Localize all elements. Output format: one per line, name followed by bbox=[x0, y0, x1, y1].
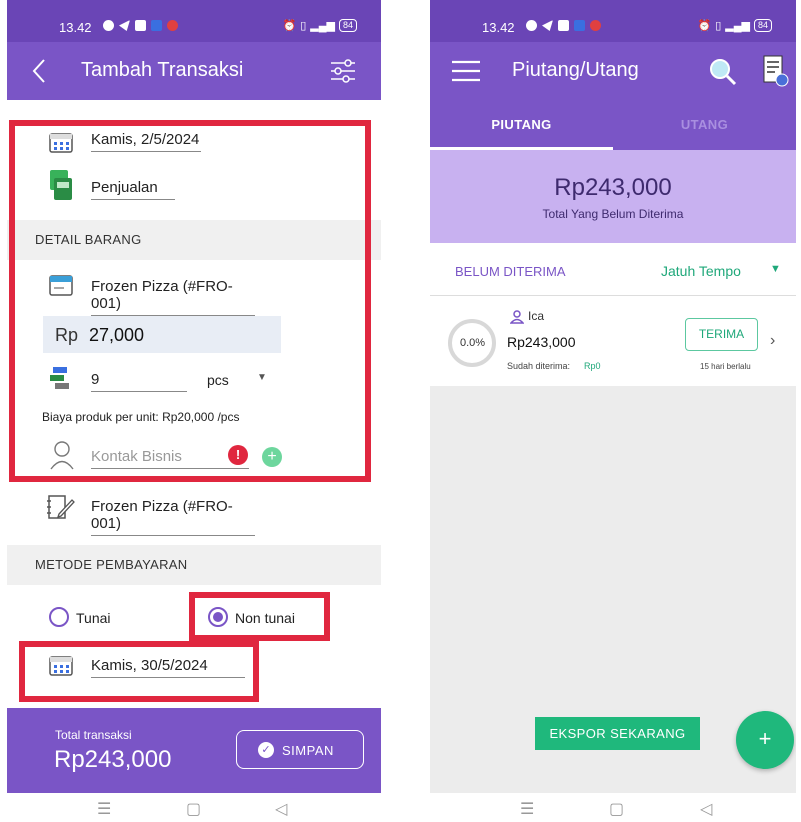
signal-icon: ▂▄▆ bbox=[725, 20, 750, 32]
search-icon[interactable] bbox=[709, 58, 737, 86]
export-button[interactable]: EKSPOR SEKARANG bbox=[535, 717, 700, 750]
home-nav-icon[interactable]: ▢ bbox=[186, 799, 201, 819]
status-bar: 13.42 ⏰ ▯ ▂▄▆ 84 bbox=[430, 0, 796, 42]
signal-icon: ▂▄▆ bbox=[310, 20, 335, 32]
menu-nav-icon[interactable]: ☰ bbox=[97, 799, 111, 819]
total-label: Total transaksi bbox=[55, 728, 132, 742]
alarm-icon: ⏰ bbox=[282, 20, 297, 32]
debtor-name: Ica bbox=[528, 309, 545, 323]
system-icons: ⏰ ▯ ▂▄▆ 84 bbox=[282, 19, 357, 32]
report-icon[interactable] bbox=[763, 55, 789, 87]
save-button[interactable]: ✓ SIMPAN bbox=[236, 730, 364, 769]
receivable-amount: Rp243,000 bbox=[507, 334, 576, 350]
status-bar: 13.42 ⏰ ▯ ▂▄▆ 84 bbox=[7, 0, 381, 42]
menu-nav-icon[interactable]: ☰ bbox=[520, 799, 534, 819]
receivables-screen: 13.42 ⏰ ▯ ▂▄▆ 84 Piutang/Utang PIUTANG U… bbox=[430, 0, 796, 822]
system-icons: ⏰ ▯ ▂▄▆ 84 bbox=[697, 19, 772, 32]
list-item[interactable]: 0.0% Ica Rp243,000 Sudah diterima: Rp0 T… bbox=[430, 296, 796, 386]
page-title: Piutang/Utang bbox=[512, 59, 639, 81]
highlight-box bbox=[189, 592, 330, 641]
vibrate-icon: ▯ bbox=[300, 20, 307, 32]
status-time: 13.42 bbox=[482, 20, 515, 35]
summary-card: Rp243,000 Total Yang Belum Diterima bbox=[430, 150, 796, 243]
app-icon bbox=[151, 20, 162, 31]
receive-button[interactable]: TERIMA bbox=[685, 318, 758, 351]
app-bar: Piutang/Utang bbox=[430, 42, 796, 100]
tab-bar: PIUTANG UTANG bbox=[430, 100, 796, 150]
bag-icon bbox=[135, 20, 146, 31]
add-transaction-screen: 13.42 ⏰ ▯ ▂▄▆ 84 Tambah Transaksi Kamis,… bbox=[7, 0, 381, 822]
elapsed-label: 15 hari berlalu bbox=[700, 362, 751, 371]
chevron-down-icon[interactable]: ▼ bbox=[770, 263, 781, 275]
page-title: Tambah Transaksi bbox=[81, 59, 244, 81]
sort-select[interactable]: Jatuh Tempo bbox=[661, 263, 741, 279]
vibrate-icon: ▯ bbox=[715, 20, 722, 32]
telegram-icon bbox=[542, 20, 553, 31]
received-label: Sudah diterima: bbox=[507, 361, 571, 371]
person-icon bbox=[510, 310, 524, 324]
whatsapp-icon bbox=[526, 20, 537, 31]
filter-status[interactable]: BELUM DITERIMA bbox=[455, 264, 566, 279]
payment-option-cash[interactable]: Tunai bbox=[76, 610, 111, 626]
add-fab[interactable]: + bbox=[736, 711, 794, 769]
chevron-left-icon[interactable] bbox=[31, 58, 47, 84]
app-bar: Tambah Transaksi bbox=[7, 42, 381, 100]
radio-cash[interactable] bbox=[49, 607, 69, 627]
telegram-icon bbox=[119, 20, 130, 31]
bag-icon bbox=[558, 20, 569, 31]
app-icon bbox=[574, 20, 585, 31]
battery-icon: 84 bbox=[753, 19, 772, 32]
edit-note-icon bbox=[47, 495, 75, 519]
tab-utang[interactable]: UTANG bbox=[613, 100, 796, 150]
note-field[interactable]: Frozen Pizza (#FRO-001) bbox=[91, 498, 255, 536]
chevron-right-icon[interactable]: › bbox=[770, 332, 775, 350]
summary-label: Total Yang Belum Diterima bbox=[542, 207, 684, 221]
battery-icon: 84 bbox=[338, 19, 357, 32]
hamburger-icon[interactable] bbox=[452, 60, 480, 82]
save-label: SIMPAN bbox=[282, 743, 334, 758]
tab-piutang[interactable]: PIUTANG bbox=[430, 100, 613, 150]
highlight-box bbox=[19, 641, 259, 702]
whatsapp-icon bbox=[103, 20, 114, 31]
total-bar: Total transaksi Rp243,000 ✓ SIMPAN bbox=[7, 708, 381, 793]
check-icon: ✓ bbox=[258, 742, 274, 758]
system-nav-bar: ☰ ▢ ◁ bbox=[430, 793, 796, 822]
received-value: Rp0 bbox=[584, 361, 601, 371]
back-nav-icon[interactable]: ◁ bbox=[275, 799, 287, 819]
app-icon bbox=[590, 20, 601, 31]
notification-icons bbox=[103, 20, 178, 31]
system-nav-bar: ☰ ▢ ◁ bbox=[7, 793, 381, 822]
highlight-box bbox=[9, 120, 371, 482]
notification-icons bbox=[526, 20, 601, 31]
progress-text: 0.0% bbox=[460, 337, 486, 349]
app-icon bbox=[167, 20, 178, 31]
alarm-icon: ⏰ bbox=[697, 20, 712, 32]
total-value: Rp243,000 bbox=[54, 746, 172, 773]
home-nav-icon[interactable]: ▢ bbox=[609, 799, 624, 819]
payment-section-header: METODE PEMBAYARAN bbox=[7, 545, 381, 585]
sliders-icon[interactable] bbox=[329, 58, 357, 84]
status-time: 13.42 bbox=[59, 20, 92, 35]
back-nav-icon[interactable]: ◁ bbox=[700, 799, 712, 819]
summary-amount: Rp243,000 bbox=[554, 174, 672, 201]
